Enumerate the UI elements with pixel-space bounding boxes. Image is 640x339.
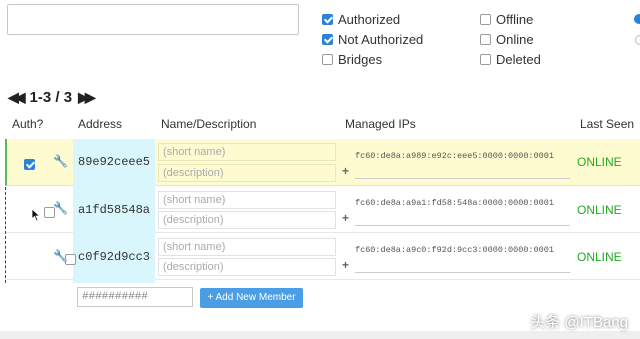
- managed-ip: fc60:de8a:a989:e92c:eee5:0000:0000:0001: [355, 151, 554, 161]
- auth-checkbox[interactable]: [24, 159, 35, 170]
- add-ip-input[interactable]: [355, 272, 570, 273]
- member-address: 89e92ceee5: [78, 155, 151, 169]
- column-header-address: Address: [78, 117, 123, 131]
- checkbox[interactable]: [480, 34, 491, 45]
- checkbox[interactable]: [480, 54, 491, 65]
- add-new-member-button[interactable]: + Add New Member: [200, 288, 303, 308]
- mouse-pointer-icon: [31, 208, 41, 222]
- wrench-icon[interactable]: 🔧: [53, 154, 68, 168]
- search-input[interactable]: [7, 4, 299, 35]
- checkbox[interactable]: [322, 54, 333, 65]
- short-name-input[interactable]: (short name): [158, 238, 336, 256]
- managed-ip: fc60:de8a:a9a1:fd58:548a:0000:0000:0001: [355, 198, 554, 208]
- status-online: ONLINE: [577, 250, 622, 264]
- pager: ◀◀ 1-3 / 3 ▶▶: [8, 89, 95, 106]
- filter-not-authorized[interactable]: Not Authorized: [322, 32, 423, 47]
- checkbox[interactable]: [322, 34, 333, 45]
- wrench-icon[interactable]: 🔧: [53, 249, 68, 263]
- filter-online[interactable]: Online: [480, 32, 534, 47]
- member-address: c0f92d9cc3: [78, 250, 151, 264]
- description-input[interactable]: (description): [158, 164, 336, 182]
- rewind-icon[interactable]: ◀◀: [8, 89, 25, 106]
- column-header-name: Name/Description: [161, 117, 257, 131]
- filter-label: Not Authorized: [338, 32, 424, 47]
- filter-offline[interactable]: Offline: [480, 12, 533, 27]
- filter-label: Bridges: [338, 52, 383, 67]
- filter-bridges[interactable]: Bridges: [322, 52, 382, 67]
- filter-deleted[interactable]: Deleted: [480, 52, 541, 67]
- new-member-address-input[interactable]: ##########: [77, 287, 193, 307]
- filter-label: Offline: [496, 12, 534, 27]
- description-input[interactable]: (description): [158, 211, 336, 229]
- filter-label: Deleted: [496, 52, 541, 67]
- radio-selected-icon[interactable]: [634, 14, 640, 24]
- filter-label: Authorized: [338, 12, 401, 27]
- add-ip-icon[interactable]: +: [342, 258, 349, 272]
- add-ip-icon[interactable]: +: [342, 211, 349, 225]
- watermark: 头条 @ITBang: [530, 314, 628, 331]
- footer-bar: [0, 331, 640, 339]
- status-online: ONLINE: [577, 203, 622, 217]
- add-ip-input[interactable]: [355, 178, 570, 179]
- status-online: ONLINE: [577, 155, 622, 169]
- checkbox[interactable]: [322, 14, 333, 25]
- member-address: a1fd58548a: [78, 203, 151, 217]
- pager-range: 1-3 / 3: [29, 89, 73, 106]
- add-ip-icon[interactable]: +: [342, 164, 349, 178]
- fast-forward-icon[interactable]: ▶▶: [78, 89, 95, 106]
- column-header-last-seen: Last Seen: [580, 117, 635, 131]
- filter-authorized[interactable]: Authorized: [322, 12, 400, 27]
- description-input[interactable]: (description): [158, 258, 336, 276]
- wrench-icon[interactable]: 🔧: [53, 201, 68, 215]
- checkbox[interactable]: [480, 14, 491, 25]
- short-name-input[interactable]: (short name): [158, 143, 336, 161]
- filter-label: Online: [496, 32, 534, 47]
- column-header-auth: Auth?: [12, 117, 44, 131]
- radio-icon[interactable]: [635, 35, 640, 45]
- managed-ip: fc60:de8a:a9c0:f92d:9cc3:0000:0000:0001: [355, 245, 554, 255]
- column-header-managed-ips: Managed IPs: [345, 117, 416, 131]
- unauthorized-marker: [5, 187, 6, 283]
- add-ip-input[interactable]: [355, 225, 570, 226]
- short-name-input[interactable]: (short name): [158, 191, 336, 209]
